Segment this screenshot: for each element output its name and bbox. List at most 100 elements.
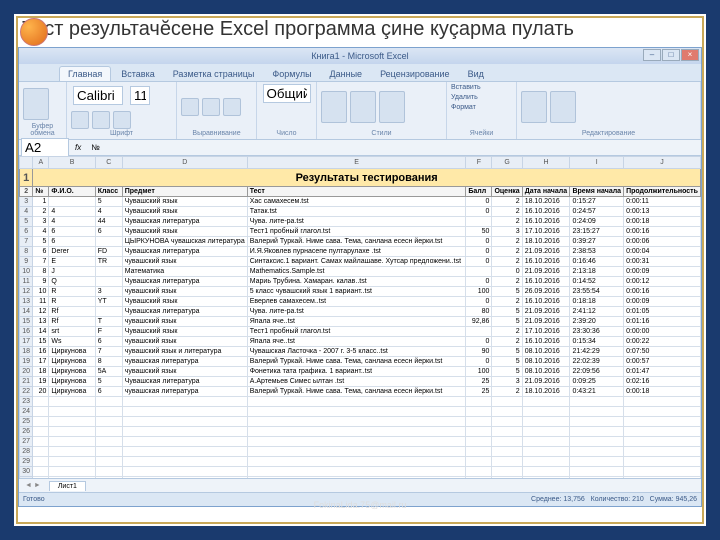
cell[interactable]: Q bbox=[49, 277, 95, 287]
cell[interactable]: 5 bbox=[95, 197, 122, 207]
row-header[interactable]: 2 bbox=[20, 187, 33, 197]
cell[interactable]: чувашский язык bbox=[122, 257, 247, 267]
cells-delete[interactable]: Удалить bbox=[451, 94, 478, 101]
number-format[interactable] bbox=[263, 84, 311, 103]
cell[interactable]: 0:07:50 bbox=[624, 347, 701, 357]
cell[interactable]: 16.10.2016 bbox=[522, 277, 570, 287]
cell[interactable]: 5 bbox=[492, 307, 522, 317]
col-header[interactable]: D bbox=[122, 157, 247, 169]
cell[interactable]: 92,86 bbox=[466, 317, 492, 327]
cell[interactable]: 0 bbox=[466, 337, 492, 347]
cell[interactable]: 44 bbox=[95, 217, 122, 227]
cell[interactable] bbox=[522, 427, 570, 437]
cell[interactable] bbox=[95, 307, 122, 317]
cell[interactable]: 0 bbox=[466, 247, 492, 257]
row-header[interactable]: 20 bbox=[20, 367, 33, 377]
cell[interactable] bbox=[33, 427, 49, 437]
cell[interactable]: R bbox=[49, 297, 95, 307]
cell[interactable] bbox=[624, 397, 701, 407]
cell[interactable] bbox=[570, 437, 624, 447]
align-right-icon[interactable] bbox=[223, 98, 241, 116]
cell[interactable]: 16.10.2016 bbox=[522, 217, 570, 227]
cell[interactable]: 2:41:12 bbox=[570, 307, 624, 317]
cell[interactable]: 14 bbox=[33, 327, 49, 337]
tab-view[interactable]: Вид bbox=[460, 67, 492, 81]
row-header[interactable]: 15 bbox=[20, 317, 33, 327]
cell[interactable]: 2 bbox=[492, 257, 522, 267]
cell[interactable]: 0:00:16 bbox=[624, 287, 701, 297]
cell[interactable]: Чувашская литература bbox=[122, 277, 247, 287]
row-header[interactable]: 30 bbox=[20, 467, 33, 477]
cell[interactable]: 6 bbox=[95, 337, 122, 347]
cell[interactable] bbox=[522, 397, 570, 407]
cell[interactable]: 8 bbox=[95, 357, 122, 367]
cell[interactable]: 16.10.2016 bbox=[522, 297, 570, 307]
cell[interactable] bbox=[492, 407, 522, 417]
row-header[interactable]: 11 bbox=[20, 277, 33, 287]
cell[interactable] bbox=[466, 477, 492, 479]
minimize-button[interactable]: – bbox=[643, 49, 661, 61]
cell[interactable] bbox=[49, 447, 95, 457]
cell[interactable]: 0:01:05 bbox=[624, 307, 701, 317]
cell[interactable] bbox=[492, 427, 522, 437]
cell[interactable]: Чувашская литература bbox=[122, 247, 247, 257]
cell[interactable]: 08.10.2016 bbox=[522, 367, 570, 377]
row-header[interactable]: 31 bbox=[20, 477, 33, 479]
cell[interactable] bbox=[33, 407, 49, 417]
cell[interactable] bbox=[122, 457, 247, 467]
row-header[interactable]: 23 bbox=[20, 397, 33, 407]
cell[interactable]: 4 bbox=[49, 217, 95, 227]
cell[interactable]: 0:00:18 bbox=[624, 217, 701, 227]
cell[interactable]: 8 bbox=[33, 267, 49, 277]
cell[interactable] bbox=[466, 217, 492, 227]
cell-styles-icon[interactable] bbox=[379, 91, 405, 123]
cell[interactable]: 3 bbox=[492, 227, 522, 237]
cell[interactable] bbox=[49, 467, 95, 477]
maximize-button[interactable]: □ bbox=[662, 49, 680, 61]
cell[interactable] bbox=[95, 467, 122, 477]
cell[interactable]: 17.10.2016 bbox=[522, 227, 570, 237]
cell[interactable]: Еверлев самахесем..tst bbox=[247, 297, 466, 307]
cell[interactable]: 6 bbox=[49, 227, 95, 237]
cell[interactable]: 2:13:18 bbox=[570, 267, 624, 277]
cell[interactable]: 3 bbox=[492, 377, 522, 387]
row-header[interactable]: 29 bbox=[20, 457, 33, 467]
cell[interactable] bbox=[33, 437, 49, 447]
cell[interactable] bbox=[247, 417, 466, 427]
cell[interactable] bbox=[95, 437, 122, 447]
row-header[interactable]: 27 bbox=[20, 437, 33, 447]
tab-insert[interactable]: Вставка bbox=[113, 67, 162, 81]
cell[interactable]: 0:02:16 bbox=[624, 377, 701, 387]
cell[interactable]: 0 bbox=[492, 267, 522, 277]
cell[interactable]: Тест1 пробный глагол.tst bbox=[247, 327, 466, 337]
cell[interactable]: Чувашский язык bbox=[122, 227, 247, 237]
cell[interactable]: чувашский язык bbox=[122, 317, 247, 327]
cell[interactable]: 2 bbox=[492, 207, 522, 217]
cell[interactable] bbox=[522, 417, 570, 427]
cell[interactable]: 2 bbox=[492, 237, 522, 247]
cell[interactable]: 2 bbox=[492, 277, 522, 287]
bold-icon[interactable] bbox=[71, 111, 89, 129]
cell[interactable]: 0:24:09 bbox=[570, 217, 624, 227]
cell[interactable]: 100 bbox=[466, 367, 492, 377]
cell[interactable]: 6 bbox=[95, 387, 122, 397]
cell[interactable]: Циркунова bbox=[49, 387, 95, 397]
col-header[interactable]: E bbox=[247, 157, 466, 169]
cell[interactable] bbox=[247, 447, 466, 457]
cell[interactable]: Синтаксис.1 вариант. Самах майлашаве. Ху… bbox=[247, 257, 466, 267]
cell[interactable]: 5 bbox=[492, 287, 522, 297]
cell[interactable] bbox=[49, 427, 95, 437]
italic-icon[interactable] bbox=[92, 111, 110, 129]
cell[interactable] bbox=[122, 467, 247, 477]
tab-formulas[interactable]: Формулы bbox=[264, 67, 319, 81]
cell[interactable] bbox=[466, 447, 492, 457]
cell[interactable] bbox=[33, 467, 49, 477]
cell[interactable]: 12 bbox=[33, 307, 49, 317]
cell[interactable]: 0:39:27 bbox=[570, 237, 624, 247]
cell[interactable] bbox=[247, 407, 466, 417]
align-center-icon[interactable] bbox=[202, 98, 220, 116]
cell[interactable]: 08.10.2016 bbox=[522, 357, 570, 367]
cell[interactable] bbox=[95, 417, 122, 427]
cell[interactable]: Математика bbox=[122, 267, 247, 277]
align-left-icon[interactable] bbox=[181, 98, 199, 116]
